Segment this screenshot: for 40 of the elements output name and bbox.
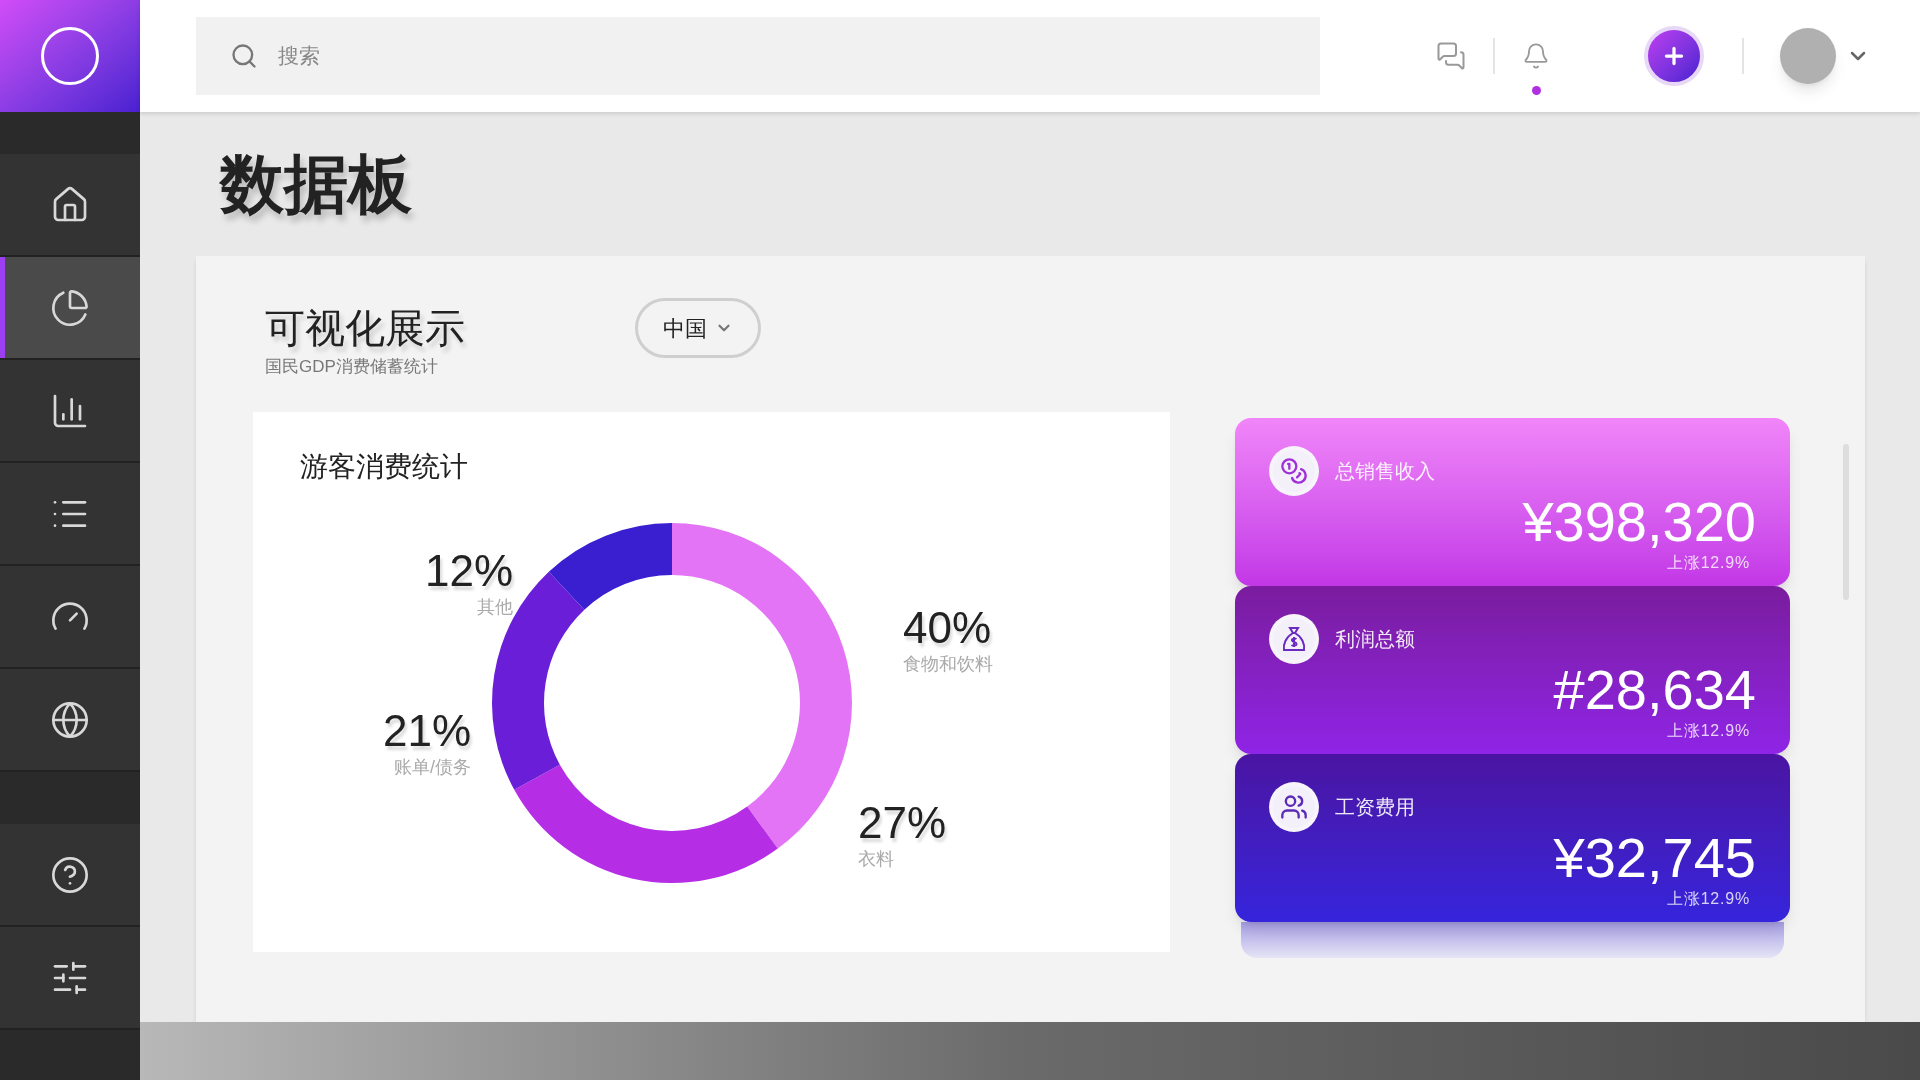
sidebar-item[interactable] <box>0 824 140 927</box>
help-icon <box>50 854 90 895</box>
search-field[interactable]: 搜索 <box>196 17 1320 95</box>
stat-title: 利润总额 <box>1335 627 1415 652</box>
stat-title: 工资费用 <box>1335 795 1415 820</box>
coins-icon <box>1280 457 1308 485</box>
stat-value: #28,634 <box>1553 658 1756 722</box>
stat-change: 上涨12.9% <box>1667 722 1750 740</box>
search-input[interactable]: 搜索 <box>278 40 1286 72</box>
sidebar-item[interactable] <box>0 154 140 257</box>
percent-label: 12% <box>425 548 514 594</box>
stat-value: ¥398,320 <box>1522 490 1756 554</box>
logo-icon <box>41 27 99 85</box>
region-dropdown[interactable]: 中国 <box>635 298 761 358</box>
percent-label: 40% <box>903 605 992 651</box>
stat-change: 上涨12.9% <box>1667 554 1750 572</box>
category-label: 其他 <box>477 596 514 619</box>
chart-title: 游客消费统计 <box>300 450 468 484</box>
pie-chart-icon <box>50 287 90 328</box>
percent-label: 21% <box>383 708 472 754</box>
search-icon <box>230 42 258 70</box>
stat-change: 上涨12.9% <box>1667 890 1750 908</box>
people-icon <box>1280 793 1308 821</box>
section-subtitle: 国民GDP消费储蓄统计 <box>265 356 439 378</box>
category-label: 衣料 <box>858 848 894 871</box>
category-label: 食物和饮料 <box>903 653 993 676</box>
bell-icon[interactable] <box>1522 42 1550 70</box>
stat-title: 总销售收入 <box>1335 459 1435 484</box>
stat-value: ¥32,745 <box>1553 826 1756 890</box>
avatar[interactable] <box>1780 28 1836 84</box>
category-label: 账单/债务 <box>394 756 472 779</box>
percent-label: 27% <box>858 800 947 846</box>
logo-tile[interactable] <box>0 0 140 112</box>
chat-icon[interactable] <box>1436 41 1466 71</box>
section-title: 可视化展示 <box>265 305 465 352</box>
add-button[interactable] <box>1644 26 1704 86</box>
globe-icon <box>50 699 90 740</box>
sidebar-item[interactable] <box>0 257 140 360</box>
page-title: 数据板 <box>220 147 412 222</box>
sidebar-item[interactable] <box>0 669 140 772</box>
